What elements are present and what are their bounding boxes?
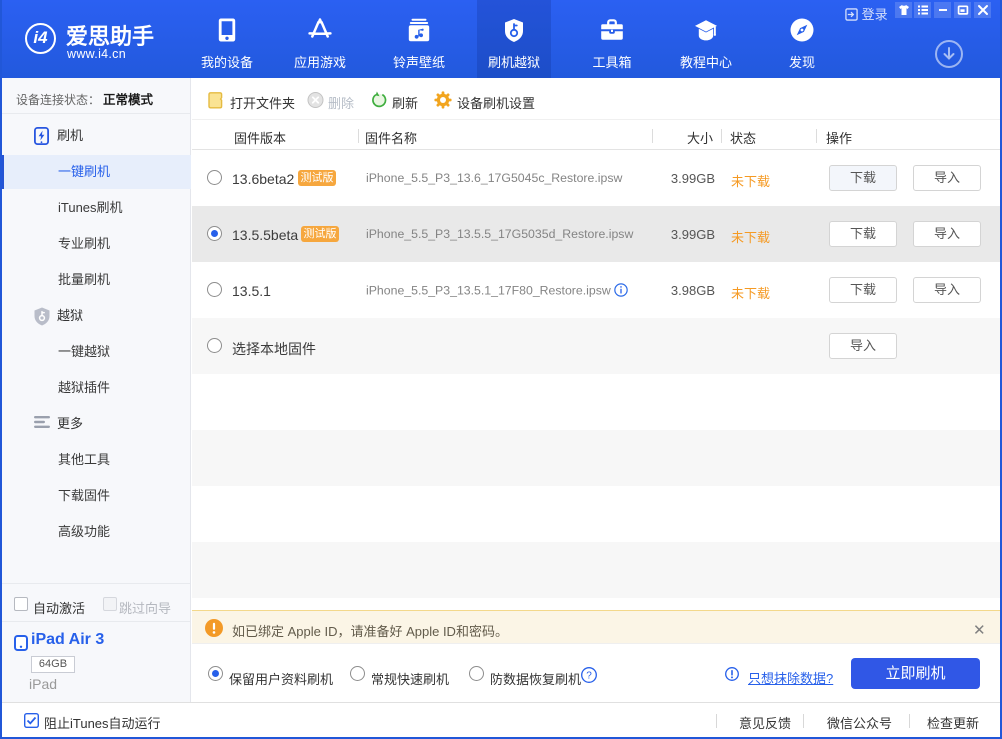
- svg-text:?: ?: [586, 671, 592, 682]
